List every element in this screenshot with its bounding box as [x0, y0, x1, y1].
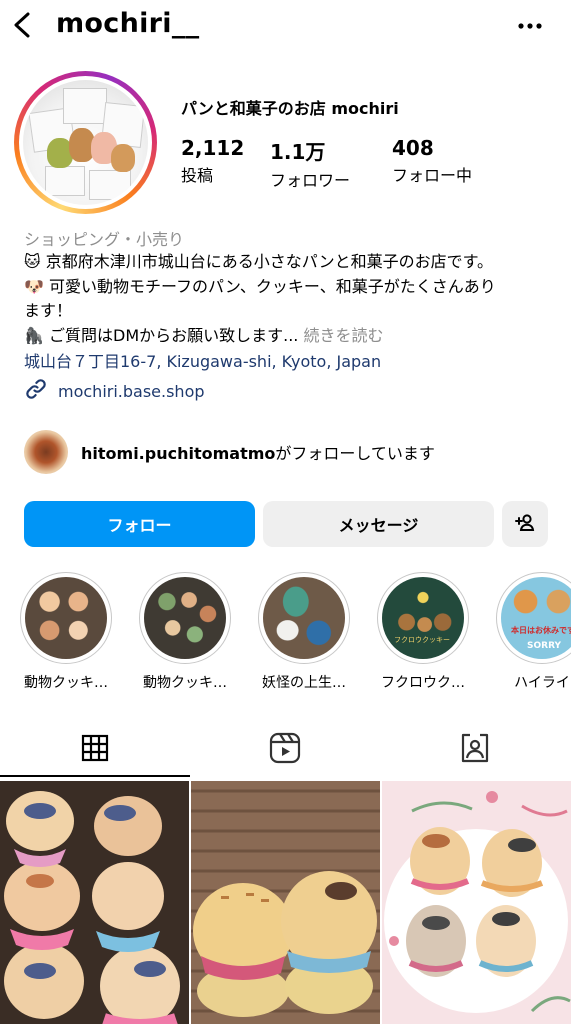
bio-line: 🐶 可愛い動物モチーフのパン、クッキー、和菓子がたくさんあり [24, 276, 496, 296]
highlight-cover: 本日はお休みです SORRY [501, 577, 571, 659]
follow-button[interactable]: フォロー [24, 501, 255, 547]
highlight-cover [144, 577, 226, 659]
highlight-label: 動物クッキ… [143, 675, 227, 691]
profile-address[interactable]: 城山台７丁目16-7, Kizugawa-shi, Kyoto, Japan [24, 348, 381, 372]
avatar-image [23, 80, 148, 205]
profile-link[interactable]: mochiri.base.shop [24, 378, 205, 404]
stat-followers-label: フォロワー [270, 171, 351, 190]
grid-icon [81, 734, 109, 766]
highlight-item[interactable]: 動物クッキ… [18, 572, 114, 692]
stat-posts-label: 投稿 [181, 166, 214, 185]
tab-reels[interactable] [190, 725, 380, 775]
profile-bio: 🐱 京都府木津川市城山台にある小さなパンと和菓子のお店です。 🐶 可愛い動物モチ… [24, 250, 554, 348]
tab-posts[interactable] [0, 725, 190, 777]
highlight-cover-text: SORRY [527, 641, 562, 651]
chevron-left-icon[interactable] [10, 10, 36, 40]
highlight-item[interactable]: フクロウクッキー フクロウク… [375, 572, 471, 692]
highlight-item[interactable]: 動物クッキ… [137, 572, 233, 692]
highlight-label: フクロウク… [381, 675, 465, 691]
more-horizontal-icon[interactable] [515, 14, 545, 38]
post-thumbnail[interactable] [382, 781, 571, 1024]
highlight-item[interactable]: 本日はお休みです SORRY ハイライ [494, 572, 571, 692]
suggest-people-button[interactable] [502, 501, 548, 547]
post-thumbnail[interactable] [0, 781, 189, 1024]
highlight-cover [263, 577, 345, 659]
stat-following-value: 408 [392, 136, 434, 160]
stat-following[interactable]: 408 フォロー中 [392, 136, 472, 186]
stat-followers-value: 1.1万 [270, 140, 326, 164]
bio-line-last: 🦍 ご質問はDMからお願い致します... 続きを読む [24, 324, 554, 349]
profile-category: ショッピング・小売り [24, 230, 185, 249]
bio-more-link[interactable]: 続きを読む [304, 326, 384, 345]
profile-username: mochiri__ [56, 8, 200, 39]
follower-avatar [24, 430, 68, 474]
post-image [382, 781, 571, 1024]
profile-avatar[interactable] [14, 71, 157, 214]
stat-posts-value: 2,112 [181, 136, 245, 160]
followed-by-username: hitomi.puchitomatmo [81, 444, 276, 463]
followed-by-suffix: がフォローしています [275, 444, 435, 463]
post-image [191, 781, 380, 1024]
bio-line: 🐱 京都府木津川市城山台にある小さなパンと和菓子のお店です。 [24, 252, 493, 271]
stat-followers[interactable]: 1.1万 フォロワー [270, 136, 350, 191]
tab-tagged[interactable] [380, 725, 570, 775]
bio-line: ます！ [24, 301, 73, 320]
followed-by[interactable]: hitomi.puchitomatmoがフォローしています [24, 430, 435, 474]
profile-link-text: mochiri.base.shop [58, 381, 205, 401]
add-person-icon [513, 510, 537, 538]
message-button[interactable]: メッセージ [263, 501, 494, 547]
post-thumbnail[interactable] [191, 781, 380, 1024]
highlight-cover [25, 577, 107, 659]
reels-icon [269, 732, 301, 768]
highlight-label: 動物クッキ… [24, 675, 108, 691]
highlight-label: 妖怪の上生… [262, 675, 346, 691]
post-grid [0, 781, 571, 1024]
stat-following-label: フォロー中 [392, 166, 473, 185]
highlight-cover-text: フクロウクッキー [394, 636, 450, 644]
highlight-cover-text: 本日はお休みです [511, 626, 571, 635]
highlight-cover: フクロウクッキー [382, 577, 464, 659]
profile-display-name: パンと和菓子のお店 mochiri [181, 99, 399, 118]
post-image [0, 781, 189, 1024]
tagged-icon [459, 732, 491, 768]
followed-by-text: hitomi.puchitomatmoがフォローしています [81, 440, 435, 464]
top-bar: mochiri__ [0, 0, 571, 54]
link-icon [24, 377, 48, 405]
bio-line: 🦍 ご質問はDMからお願い致します... [24, 325, 299, 345]
profile-tabs [0, 725, 571, 777]
highlight-item[interactable]: 妖怪の上生… [256, 572, 352, 692]
stat-posts[interactable]: 2,112 投稿 [181, 136, 244, 186]
highlight-label: ハイライ [514, 675, 570, 691]
